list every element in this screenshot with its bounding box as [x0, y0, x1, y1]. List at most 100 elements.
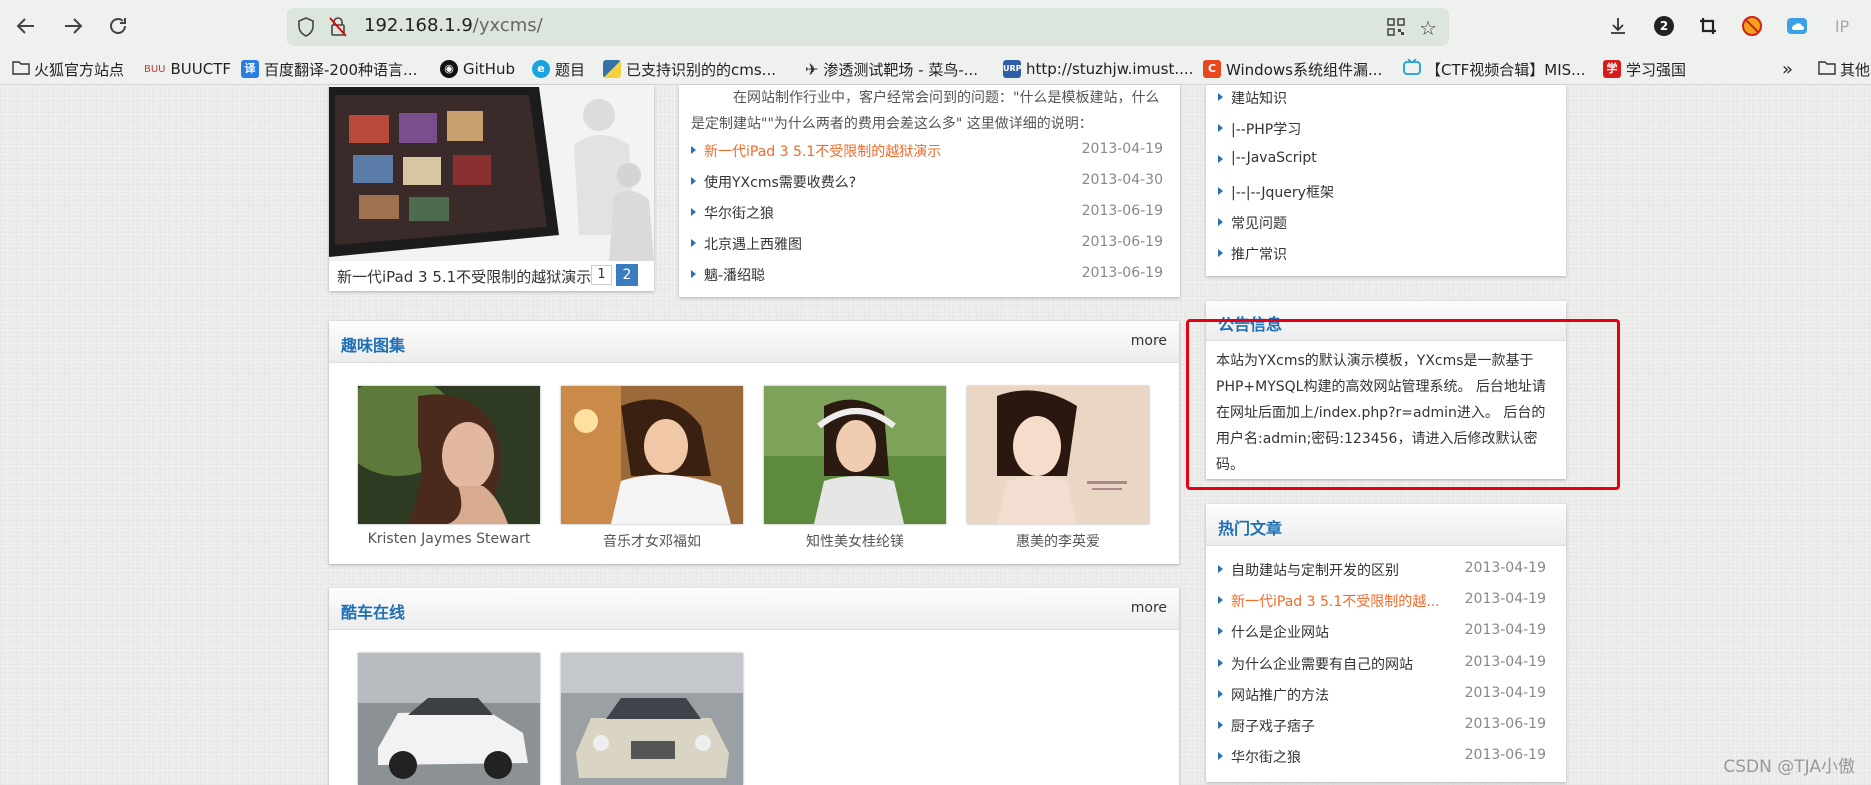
bookmark-item[interactable]: 已支持识别的的cms... [603, 58, 776, 80]
bookmarks-overflow-icon[interactable]: » [1782, 58, 1793, 80]
hot-item[interactable]: 为什么企业需要有自己的网站 2013-04-19 [1218, 654, 1546, 674]
news-item-date: 2013-04-30 [1081, 172, 1163, 188]
news-item-date: 2013-06-19 [1081, 203, 1163, 219]
slider-caption[interactable]: 新一代iPad 3 5.1不受限制的越狱演示 [337, 266, 591, 287]
bookmark-item[interactable]: 【CTF视频合辑】MIS... [1403, 58, 1585, 80]
gallery-panel: 趣味图集 more Kristen Jaymes Stewart 音乐才女邓福如… [329, 321, 1179, 564]
gallery-photo[interactable] [561, 386, 743, 524]
hot-articles-panel: 热门文章 自助建站与定制开发的区别 2013-04-19 新一代iPad 3 5.… [1206, 504, 1566, 782]
bullet-icon [1218, 596, 1223, 604]
news-item-date: 2013-06-19 [1081, 265, 1163, 281]
reload-icon[interactable] [100, 8, 136, 44]
hot-title[interactable]: 热门文章 [1218, 515, 1282, 539]
hot-item[interactable]: 厨子戏子痞子 2013-06-19 [1218, 716, 1546, 736]
url-text[interactable]: 192.168.1.9/yxcms/ [364, 15, 543, 36]
category-item[interactable]: |--JavaScript [1218, 150, 1548, 170]
gallery-caption[interactable]: 惠美的李英爱 [967, 531, 1149, 551]
bookmark-item[interactable]: 学 学习强国 [1603, 58, 1686, 80]
category-label[interactable]: |--PHP学习 [1231, 119, 1301, 139]
news-item-title[interactable]: 北京遇上西雅图 [704, 234, 802, 254]
news-item-title[interactable]: 华尔街之狼 [704, 203, 774, 223]
category-label[interactable]: |--JavaScript [1231, 150, 1317, 166]
hot-item[interactable]: 自助建站与定制开发的区别 2013-04-19 [1218, 560, 1546, 580]
slider-image[interactable] [329, 85, 654, 261]
category-item[interactable]: 常见问题 [1218, 213, 1548, 233]
bookmark-item[interactable]: 其他 [1818, 58, 1870, 80]
hot-item-date: 2013-04-19 [1464, 654, 1546, 670]
news-item-title[interactable]: 魑-潘绍聪 [704, 265, 765, 285]
bookmark-item[interactable]: 火狐官方站点 [12, 58, 124, 80]
extension-badge-count: 2 [1654, 16, 1674, 36]
bookmark-label: BUUCTF [170, 60, 232, 78]
cars-title[interactable]: 酷车在线 [341, 599, 405, 623]
bookmark-label: 【CTF视频合辑】MIS... [1426, 60, 1586, 79]
car-photo[interactable] [561, 653, 743, 785]
news-item[interactable]: 使用YXcms需要收费么? 2013-04-30 [691, 172, 1163, 192]
gallery-title[interactable]: 趣味图集 [341, 332, 405, 356]
hot-item[interactable]: 华尔街之狼 2013-06-19 [1218, 747, 1546, 767]
bookmark-item[interactable]: URP http://stuzhjw.imust.... [1003, 58, 1193, 80]
gallery-caption[interactable]: Kristen Jaymes Stewart [358, 531, 540, 547]
news-item[interactable]: 北京遇上西雅图 2013-06-19 [691, 234, 1163, 254]
hot-item-title[interactable]: 新一代iPad 3 5.1不受限制的越... [1231, 591, 1440, 611]
back-icon[interactable] [8, 8, 44, 44]
news-item-title[interactable]: 新一代iPad 3 5.1不受限制的越狱演示 [704, 141, 941, 161]
category-item[interactable]: 建站知识 [1218, 88, 1548, 108]
hot-item-title[interactable]: 华尔街之狼 [1231, 747, 1301, 767]
insecure-lock-icon[interactable] [329, 17, 347, 41]
slider-page-button[interactable]: 1 [591, 265, 612, 285]
category-item[interactable]: |--|--Jquery框架 [1218, 182, 1548, 202]
gallery-photo[interactable] [358, 386, 540, 524]
hot-item[interactable]: 新一代iPad 3 5.1不受限制的越... 2013-04-19 [1218, 591, 1546, 611]
bookmark-item[interactable]: ✈ 渗透测试靶场 - 菜鸟-... [805, 58, 978, 80]
star-bookmark-icon[interactable]: ☆ [1419, 16, 1437, 40]
hot-item-title[interactable]: 网站推广的方法 [1231, 685, 1329, 705]
bookmark-item[interactable]: 译 百度翻译-200种语言... [241, 58, 417, 80]
bookmark-item[interactable]: BUU BUUCTF [144, 58, 231, 80]
car-photo[interactable] [358, 653, 540, 785]
qr-code-icon[interactable] [1387, 18, 1405, 40]
shield-icon[interactable] [297, 17, 315, 41]
gallery-photo[interactable] [764, 386, 946, 524]
gallery-caption[interactable]: 知性美女桂纶镁 [764, 531, 946, 551]
news-item[interactable]: 新一代iPad 3 5.1不受限制的越狱演示 2013-04-19 [691, 141, 1163, 161]
gallery-more-link[interactable]: more [1131, 333, 1167, 349]
category-label[interactable]: 常见问题 [1231, 213, 1287, 233]
extension-badge-icon[interactable]: 2 [1652, 14, 1676, 38]
gallery-photo[interactable] [967, 386, 1149, 524]
cars-more-link[interactable]: more [1131, 600, 1167, 616]
ip-extension-icon[interactable]: IP [1830, 14, 1854, 38]
category-label[interactable]: 推广常识 [1231, 244, 1287, 264]
category-label[interactable]: 建站知识 [1231, 88, 1287, 108]
slider-page-button-active[interactable]: 2 [616, 264, 638, 286]
news-item-title[interactable]: 使用YXcms需要收费么? [704, 172, 856, 192]
crop-icon[interactable] [1696, 14, 1720, 38]
category-label[interactable]: |--|--Jquery框架 [1231, 182, 1334, 202]
bullet-icon [1218, 721, 1223, 729]
news-item[interactable]: 魑-潘绍聪 2013-06-19 [691, 265, 1163, 285]
news-item[interactable]: 华尔街之狼 2013-06-19 [691, 203, 1163, 223]
block-extension-icon[interactable] [1740, 14, 1764, 38]
url-bar[interactable]: 192.168.1.9/yxcms/ ☆ [287, 8, 1449, 46]
cloud-extension-icon[interactable] [1785, 14, 1809, 38]
bullet-icon [1218, 249, 1223, 257]
bookmark-item[interactable]: e 题目 [532, 58, 585, 80]
gallery-caption[interactable]: 音乐才女邓福如 [561, 531, 743, 551]
notice-title[interactable]: 公告信息 [1218, 311, 1282, 335]
news-item-date: 2013-04-19 [1081, 141, 1163, 157]
bookmark-label: Windows系统组件漏... [1226, 60, 1383, 79]
hot-item-title[interactable]: 为什么企业需要有自己的网站 [1231, 654, 1413, 674]
urp-icon: URP [1003, 60, 1022, 78]
bookmark-item[interactable]: ◉ GitHub [440, 58, 515, 80]
hot-item-title[interactable]: 自助建站与定制开发的区别 [1231, 560, 1399, 580]
gallery-header: 趣味图集 more [329, 321, 1179, 363]
forward-icon[interactable] [55, 8, 91, 44]
category-item[interactable]: 推广常识 [1218, 244, 1548, 264]
download-icon[interactable] [1606, 14, 1630, 38]
category-item[interactable]: |--PHP学习 [1218, 119, 1548, 139]
hot-item[interactable]: 什么是企业网站 2013-04-19 [1218, 622, 1546, 642]
hot-item[interactable]: 网站推广的方法 2013-04-19 [1218, 685, 1546, 705]
hot-item-title[interactable]: 厨子戏子痞子 [1231, 716, 1315, 736]
hot-item-title[interactable]: 什么是企业网站 [1231, 622, 1329, 642]
bookmark-item[interactable]: C Windows系统组件漏... [1203, 58, 1382, 80]
